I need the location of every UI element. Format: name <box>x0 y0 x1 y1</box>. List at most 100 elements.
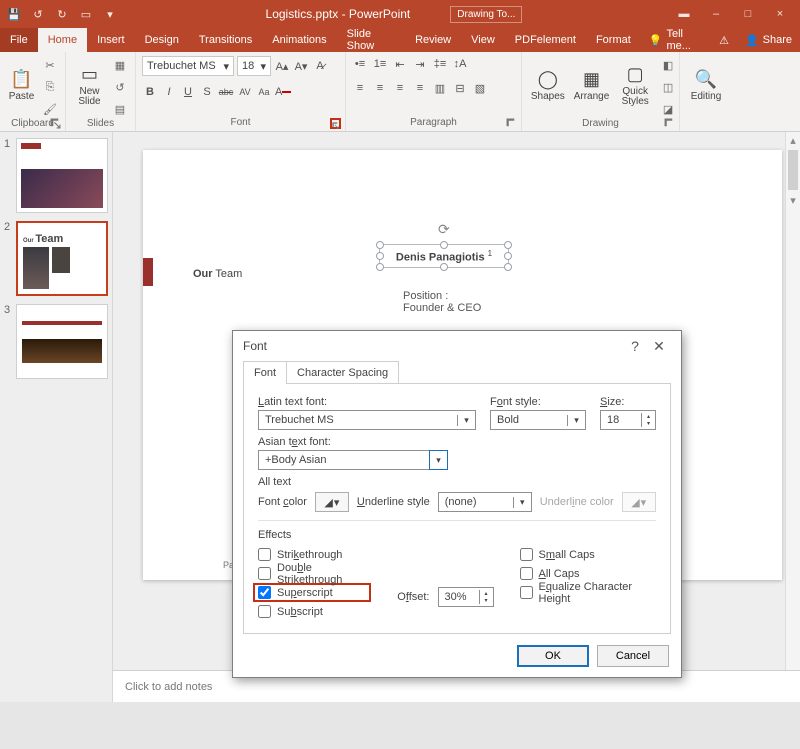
dialog-tab-font[interactable]: Font <box>243 361 287 384</box>
shape-outline-icon[interactable]: ◫ <box>659 78 677 96</box>
cancel-button[interactable]: Cancel <box>597 645 669 667</box>
tab-transitions[interactable]: Transitions <box>189 28 262 52</box>
chevron-down-icon[interactable]: ▾ <box>429 450 448 470</box>
smartart-icon[interactable]: ▧ <box>472 80 488 96</box>
tab-file[interactable]: File <box>0 28 38 52</box>
tab-format[interactable]: Format <box>586 28 641 52</box>
bold-button[interactable]: B <box>142 84 158 100</box>
dialog-titlebar[interactable]: Font ? ✕ <box>233 331 681 361</box>
double-strike-checkbox[interactable]: Double Strikethrough <box>258 564 371 583</box>
align-center-icon[interactable]: ≡ <box>372 80 388 96</box>
clipboard-launcher-icon[interactable] <box>50 118 61 129</box>
arrange-button[interactable]: ▦Arrange <box>572 56 612 114</box>
subscript-checkbox[interactable]: Subscript <box>258 602 371 621</box>
bullets-icon[interactable]: •≡ <box>352 56 368 72</box>
ok-button[interactable]: OK <box>517 645 589 667</box>
paste-button[interactable]: 📋 Paste <box>6 56 37 114</box>
asian-font-combo[interactable]: +Body Asian▾ <box>258 450 448 470</box>
rotate-handle-icon[interactable]: ⟳ <box>438 221 450 238</box>
tab-animations[interactable]: Animations <box>262 28 336 52</box>
spin-down-icon[interactable]: ▾ <box>480 597 493 604</box>
format-painter-icon[interactable]: 🖌 <box>41 100 59 118</box>
spin-up-icon[interactable]: ▴ <box>480 590 493 597</box>
vertical-scrollbar[interactable]: ▴ ▾ <box>785 132 800 670</box>
tab-insert[interactable]: Insert <box>87 28 135 52</box>
justify-icon[interactable]: ≡ <box>412 80 428 96</box>
maximize-button[interactable]: □ <box>734 4 762 24</box>
text-direction-icon[interactable]: ↕A <box>452 56 468 72</box>
save-icon[interactable]: 💾 <box>6 6 22 22</box>
chevron-down-icon[interactable]: ▾ <box>457 415 475 426</box>
clear-format-icon[interactable]: A̷ <box>312 58 328 74</box>
font-name-dropdown[interactable]: Trebuchet MS▾ <box>142 56 234 76</box>
italic-button[interactable]: I <box>161 84 177 100</box>
layout-icon[interactable]: ▦ <box>111 56 129 74</box>
shapes-button[interactable]: ◯Shapes <box>528 56 568 114</box>
numbering-icon[interactable]: 1≡ <box>372 56 388 72</box>
tell-me[interactable]: 💡Tell me... <box>641 28 711 52</box>
shape-fill-icon[interactable]: ◧ <box>659 56 677 74</box>
dialog-tab-spacing[interactable]: Character Spacing <box>286 361 399 384</box>
scroll-thumb[interactable] <box>788 150 798 190</box>
align-right-icon[interactable]: ≡ <box>392 80 408 96</box>
tab-review[interactable]: Review <box>405 28 461 52</box>
font-style-combo[interactable]: Bold▾ <box>490 410 586 430</box>
smallcaps-checkbox[interactable]: Small Caps <box>520 545 657 564</box>
new-slide-button[interactable]: ▭ New Slide <box>72 56 107 114</box>
shadow-button[interactable]: S <box>199 84 215 100</box>
size-spinner[interactable]: 18▴▾ <box>600 410 656 430</box>
equalize-checkbox[interactable]: Equalize Character Height <box>520 583 657 602</box>
ribbon-options-icon[interactable]: ▬ <box>670 4 698 24</box>
cut-icon[interactable]: ✂ <box>41 56 59 74</box>
drawing-launcher-icon[interactable] <box>664 118 675 129</box>
thumbnail-1[interactable]: 1 <box>4 138 108 213</box>
scroll-down-icon[interactable]: ▾ <box>786 192 800 208</box>
tab-view[interactable]: View <box>461 28 505 52</box>
close-button[interactable]: × <box>766 4 794 24</box>
superscript-checkbox[interactable]: Superscript <box>253 583 371 602</box>
underline-button[interactable]: U <box>180 84 196 100</box>
increase-indent-icon[interactable]: ⇥ <box>412 56 428 72</box>
share-button[interactable]: 👤Share <box>737 28 800 52</box>
font-dialog-launcher-icon[interactable] <box>330 118 341 129</box>
warning-icon[interactable]: ⚠ <box>711 28 737 52</box>
selected-textbox[interactable]: Denis Panagiotis 1 ⟳ <box>379 244 509 268</box>
editing-button[interactable]: 🔍Editing <box>686 56 726 114</box>
tab-pdfelement[interactable]: PDFelement <box>505 28 586 52</box>
copy-icon[interactable]: ⎘ <box>41 78 59 96</box>
strike-button[interactable]: abc <box>218 84 234 100</box>
thumbnail-3[interactable]: 3 <box>4 304 108 379</box>
tab-slideshow[interactable]: Slide Show <box>337 28 405 52</box>
paragraph-launcher-icon[interactable] <box>506 118 517 129</box>
grow-font-icon[interactable]: A▴ <box>274 58 290 74</box>
qat-more-icon[interactable]: ▾ <box>102 6 118 22</box>
line-spacing-icon[interactable]: ‡≡ <box>432 56 448 72</box>
start-slideshow-icon[interactable]: ▭ <box>78 6 94 22</box>
shape-effects-icon[interactable]: ◪ <box>659 100 677 118</box>
shrink-font-icon[interactable]: A▾ <box>293 58 309 74</box>
font-color-picker[interactable]: ◢▾ <box>315 492 349 512</box>
reset-icon[interactable]: ↺ <box>111 78 129 96</box>
section-icon[interactable]: ▤ <box>111 100 129 118</box>
redo-icon[interactable]: ↻ <box>54 6 70 22</box>
char-spacing-button[interactable]: AV <box>237 84 253 100</box>
chevron-down-icon[interactable]: ▾ <box>513 497 531 508</box>
undo-icon[interactable]: ↺ <box>30 6 46 22</box>
tab-home[interactable]: Home <box>38 28 87 52</box>
thumbnail-2[interactable]: 2Our Team <box>4 221 108 296</box>
font-size-dropdown[interactable]: 18▾ <box>237 56 271 76</box>
latin-font-combo[interactable]: Trebuchet MS▾ <box>258 410 476 430</box>
align-text-icon[interactable]: ⊟ <box>452 80 468 96</box>
underline-style-combo[interactable]: (none)▾ <box>438 492 532 512</box>
quick-styles-button[interactable]: ▢Quick Styles <box>615 56 655 114</box>
dialog-help-button[interactable]: ? <box>623 334 647 358</box>
spin-up-icon[interactable]: ▴ <box>642 413 655 420</box>
dialog-close-button[interactable]: ✕ <box>647 334 671 358</box>
minimize-button[interactable]: – <box>702 4 730 24</box>
tab-design[interactable]: Design <box>135 28 189 52</box>
decrease-indent-icon[interactable]: ⇤ <box>392 56 408 72</box>
font-color-button[interactable]: A <box>275 84 291 100</box>
scroll-up-icon[interactable]: ▴ <box>786 132 800 148</box>
columns-icon[interactable]: ▥ <box>432 80 448 96</box>
chevron-down-icon[interactable]: ▾ <box>567 415 585 426</box>
